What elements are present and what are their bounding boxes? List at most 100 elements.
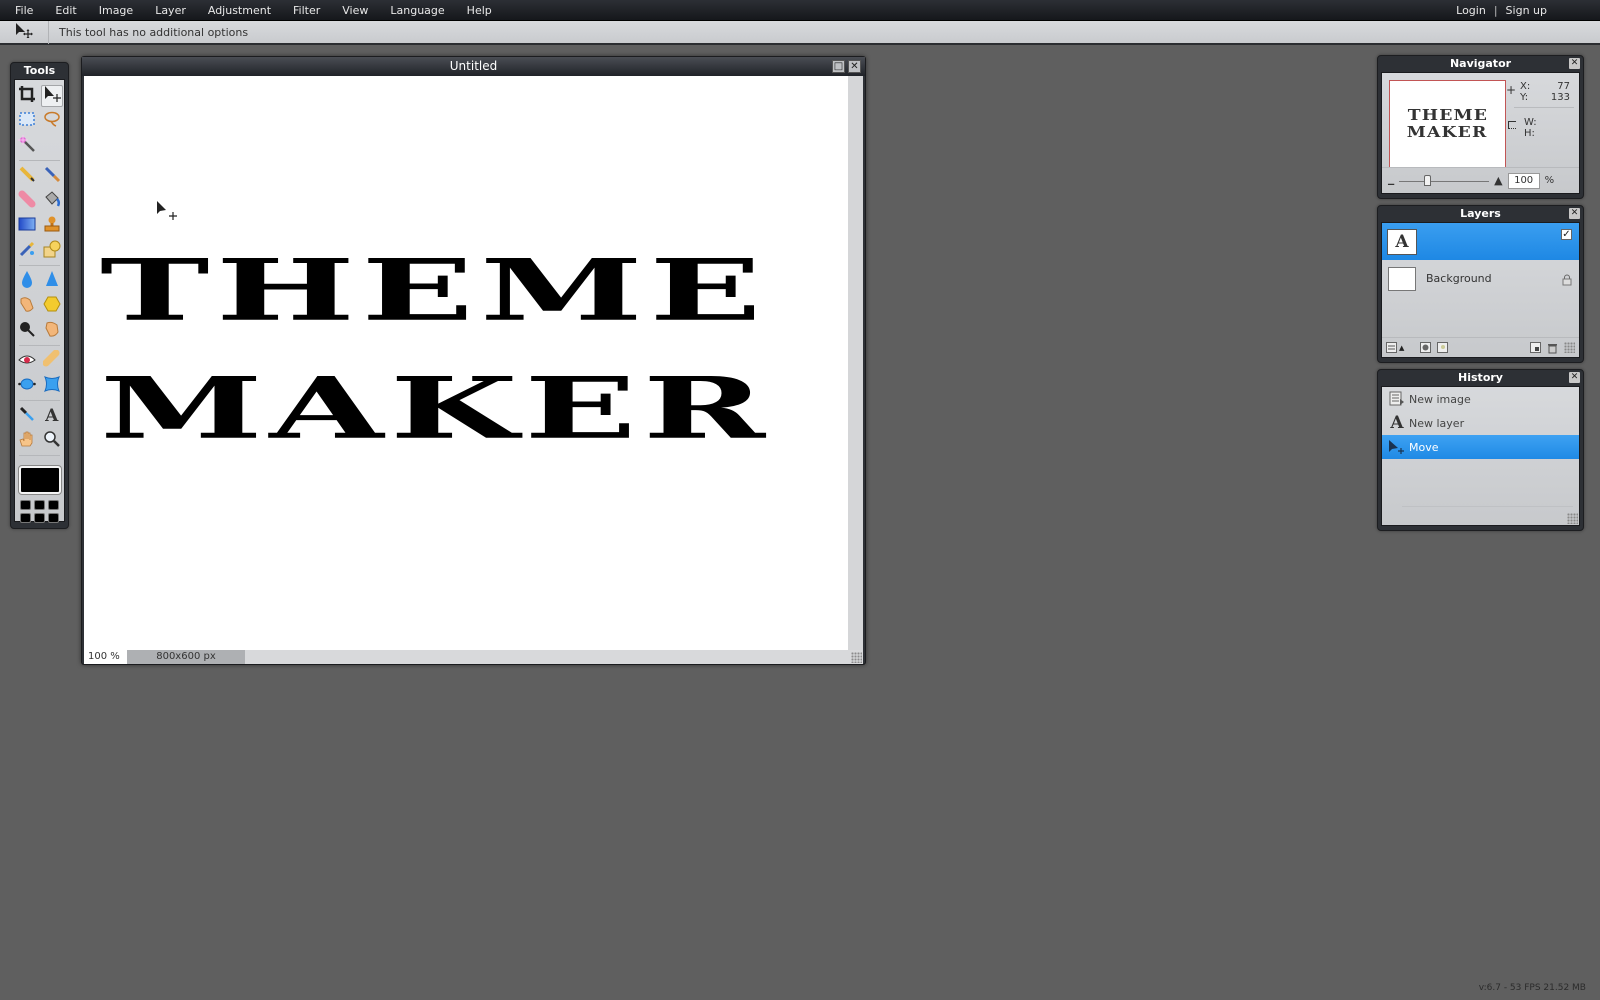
menu-adjustment[interactable]: Adjustment [197, 0, 282, 21]
canvas[interactable]: THEME MAKER [84, 76, 848, 650]
preset-swatch[interactable] [48, 500, 59, 510]
pinch-tool[interactable] [41, 375, 63, 397]
shape-tool[interactable] [41, 240, 63, 262]
zoom-field[interactable]: 100 % [84, 650, 127, 664]
history-item-move[interactable]: Move [1382, 435, 1579, 459]
vertical-scrollbar[interactable] [848, 76, 863, 650]
w-label: W: [1524, 117, 1537, 128]
new-layer-icon[interactable] [1530, 342, 1541, 353]
layer-mask-icon[interactable] [1420, 342, 1432, 353]
red-eye-tool[interactable] [16, 350, 38, 372]
y-value: 133 [1550, 92, 1570, 103]
preset-swatch[interactable] [34, 513, 45, 523]
preset-swatch[interactable] [34, 500, 45, 510]
color-picker-tool[interactable] [16, 405, 38, 427]
smudge-icon [18, 295, 36, 317]
smudge-tool[interactable] [16, 295, 38, 317]
tools-panel: Tools A [10, 62, 69, 529]
navigator-close-button[interactable]: ✕ [1569, 58, 1580, 69]
sponge-tool[interactable] [41, 295, 63, 317]
move-tool[interactable] [40, 84, 63, 107]
thumb-line-1: THEME [1407, 106, 1488, 124]
zoom-out-icon[interactable]: ▁ [1388, 176, 1394, 185]
color-replace-icon [18, 240, 36, 262]
dropdown-arrow-icon[interactable]: ▲ [1399, 344, 1404, 352]
history-label: Move [1409, 440, 1439, 454]
menu-file[interactable]: File [0, 0, 44, 21]
signup-link[interactable]: Sign up [1506, 4, 1547, 17]
crop-tool[interactable] [16, 85, 38, 107]
menu-filter[interactable]: Filter [282, 0, 331, 21]
delete-layer-icon[interactable] [1547, 342, 1558, 353]
menu-help[interactable]: Help [456, 0, 503, 21]
close-icon: ✕ [1570, 208, 1579, 218]
bloat-tool[interactable] [16, 375, 38, 397]
menu-edit[interactable]: Edit [44, 0, 87, 21]
history-item-new-image[interactable]: New image [1382, 387, 1579, 411]
close-document-button[interactable]: ✕ [848, 60, 861, 73]
login-link[interactable]: Login [1456, 4, 1486, 17]
sponge-icon [43, 295, 61, 317]
checkmark-icon: ✓ [1562, 229, 1571, 240]
zoom-slider-thumb[interactable] [1424, 174, 1432, 186]
brush-icon [43, 165, 61, 187]
menu-image[interactable]: Image [88, 0, 144, 21]
preset-swatch[interactable] [20, 500, 31, 510]
zoom-input[interactable]: 100 [1507, 172, 1540, 189]
history-close-button[interactable]: ✕ [1569, 372, 1580, 383]
history-item-new-layer[interactable]: A New layer [1382, 411, 1579, 435]
pinch-icon [43, 375, 61, 397]
pencil-icon [18, 165, 36, 187]
layers-close-button[interactable]: ✕ [1569, 208, 1580, 219]
gradient-tool[interactable] [16, 215, 38, 237]
layer-item-background[interactable]: Background [1382, 260, 1579, 297]
zoom-tool[interactable] [41, 430, 63, 452]
resize-grip[interactable] [851, 652, 862, 663]
menu-layer[interactable]: Layer [144, 0, 197, 21]
zoom-in-icon[interactable]: ▲ [1494, 174, 1502, 187]
preset-swatch[interactable] [48, 513, 59, 523]
panel-resize-grip[interactable] [1564, 342, 1575, 353]
document-titlebar[interactable]: Untitled □ ✕ [82, 57, 865, 76]
layer-style-icon[interactable] [1437, 342, 1449, 353]
clone-stamp-tool[interactable] [41, 215, 63, 237]
panel-resize-grip[interactable] [1567, 513, 1578, 524]
sharpen-tool[interactable] [41, 270, 63, 292]
magic-wand-icon [18, 134, 36, 157]
tools-panel-body: A [14, 79, 65, 523]
bandage-icon [42, 349, 61, 372]
pencil-tool[interactable] [16, 165, 38, 187]
blur-tool[interactable] [16, 270, 38, 292]
dodge-tool[interactable] [16, 320, 38, 342]
layers-body: A ✓ Background ▲ [1381, 222, 1580, 358]
burn-tool[interactable] [41, 320, 63, 342]
paint-bucket-tool[interactable] [41, 190, 63, 212]
magic-wand-tool[interactable] [16, 134, 38, 157]
eraser-tool[interactable] [16, 190, 38, 212]
red-eye-icon [18, 350, 37, 372]
menu-view[interactable]: View [331, 0, 379, 21]
lasso-tool[interactable] [41, 110, 63, 132]
layer-settings-icon[interactable] [1386, 342, 1397, 353]
navigator-title: Navigator [1449, 57, 1512, 70]
text-tool[interactable]: A [41, 405, 63, 427]
text-layer-icon: A [1390, 413, 1404, 433]
color-replace-tool[interactable] [16, 240, 38, 262]
brush-tool[interactable] [41, 165, 63, 187]
foreground-color-swatch[interactable] [18, 466, 61, 494]
marquee-tool[interactable] [16, 110, 38, 132]
hand-tool[interactable] [16, 430, 38, 452]
zoom-slider[interactable] [1399, 174, 1490, 187]
preset-swatch[interactable] [20, 513, 31, 523]
document-window: Untitled □ ✕ THEME MAKER 100 % 800x600 p… [81, 56, 866, 665]
layer-item-text[interactable]: A ✓ [1382, 223, 1579, 260]
maximize-button[interactable]: □ [832, 60, 845, 73]
layer-visibility-checkbox[interactable]: ✓ [1561, 229, 1572, 240]
navigator-zoom-controls: ▁ ▲ 100 % [1382, 167, 1579, 193]
layers-panel: Layers ✕ A ✓ Background ▲ [1377, 205, 1584, 363]
layers-title: Layers [1460, 207, 1501, 220]
history-label: New image [1409, 392, 1471, 406]
menu-language[interactable]: Language [379, 0, 455, 21]
spot-heal-tool[interactable] [41, 349, 63, 372]
navigator-thumbnail[interactable]: THEME MAKER [1389, 80, 1506, 168]
